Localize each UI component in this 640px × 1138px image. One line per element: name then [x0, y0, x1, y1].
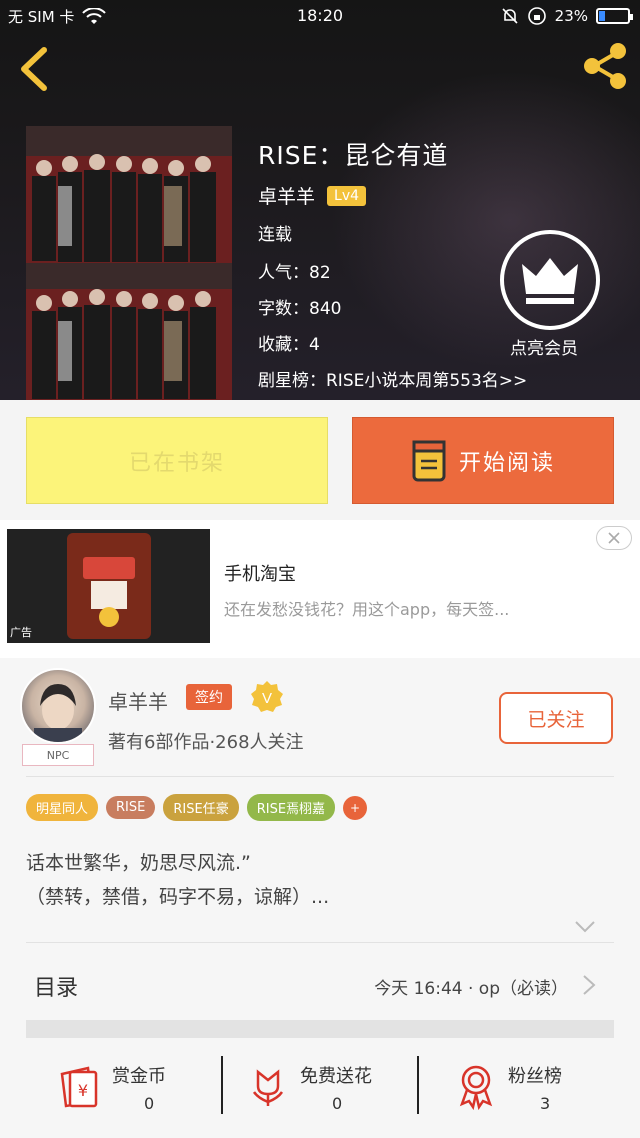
book-title: RISE：昆仑有道	[258, 141, 449, 170]
word-count: 字数：840	[258, 299, 342, 319]
author-meta: 著有6部作品·268人关注	[108, 732, 304, 753]
section-separator	[26, 1020, 614, 1038]
back-icon[interactable]	[14, 44, 58, 94]
book-intro[interactable]: 话本世繁华，奶思尽风流.” （禁转，禁借，码字不易，谅解）...	[26, 846, 329, 914]
action-label: 赏金币	[112, 1066, 166, 1087]
battery-icon	[596, 8, 633, 24]
share-icon[interactable]	[580, 40, 630, 92]
cover-photo-top	[26, 126, 232, 263]
red-envelope-icon: ¥	[60, 1066, 98, 1108]
ad-graphic	[7, 529, 210, 643]
signed-badge: 签约	[186, 684, 232, 710]
book-header: 无 SIM 卡 18:20 23% RISE：昆仑有道 卓羊羊 Lv4 连载 人…	[0, 0, 640, 400]
avatar[interactable]	[20, 668, 96, 744]
start-reading-button[interactable]: 开始阅读	[352, 417, 614, 504]
action-label: 粉丝榜	[508, 1066, 562, 1087]
mute-bell-icon	[502, 8, 518, 24]
action-count: 0	[332, 1094, 343, 1113]
author-card-name[interactable]: 卓羊羊	[108, 686, 168, 715]
tag-item[interactable]: RISE焉栩嘉	[246, 794, 336, 821]
divider	[26, 776, 614, 777]
vip-label[interactable]: 点亮会员	[510, 334, 578, 359]
toc-label: 目录	[34, 976, 79, 1001]
action-label: 免费送花	[300, 1066, 372, 1087]
status-bar: 无 SIM 卡 18:20 23%	[0, 0, 640, 32]
verified-badge-icon: V	[251, 681, 283, 712]
intro-line: （禁转，禁借，码字不易，谅解）...	[26, 886, 330, 908]
action-count: 3	[540, 1094, 551, 1113]
fan-ranking-button[interactable]: 粉丝榜 3	[452, 1056, 632, 1126]
action-buttons: 已在书架 开始阅读	[0, 400, 640, 520]
intro-line: 话本世繁华，奶思尽风流.”	[26, 852, 251, 874]
crown-icon	[522, 258, 578, 304]
chevron-down-icon[interactable]	[574, 920, 596, 934]
ad-tag: 广告	[10, 626, 32, 639]
divider	[221, 1056, 223, 1114]
favorites-count: 收藏：4	[258, 335, 320, 355]
rotation-lock-icon	[527, 7, 546, 25]
ranking-link[interactable]: 剧星榜：RISE小说本周第553名>>	[258, 366, 527, 391]
chevron-right-icon	[583, 975, 596, 995]
send-flower-button[interactable]: 免费送花 0	[244, 1056, 424, 1126]
divider	[26, 942, 614, 943]
ad-banner[interactable]: 广告 手机淘宝 还在发愁没钱花？用这个app，每天签...	[0, 520, 640, 658]
start-reading-label: 开始阅读	[458, 450, 555, 476]
tag-item[interactable]: 明星同人	[26, 794, 99, 821]
in-shelf-button[interactable]: 已在书架	[26, 417, 328, 504]
close-icon	[608, 532, 620, 544]
avatar-face	[34, 684, 82, 742]
ad-close-button[interactable]	[596, 526, 632, 550]
ad-image[interactable]: 广告	[7, 529, 210, 643]
follow-button[interactable]: 已关注	[499, 692, 613, 744]
popularity: 人气：82	[258, 263, 331, 283]
serial-status: 连载	[258, 225, 292, 245]
more-tags-button[interactable]: +	[343, 795, 368, 820]
author-name[interactable]: 卓羊羊	[258, 182, 315, 209]
table-of-contents-row[interactable]: 目录 今天 16:44 · op（必读）	[26, 944, 614, 1024]
flower-icon	[252, 1069, 284, 1106]
cover-photo-bottom	[26, 263, 232, 400]
vip-crown-button[interactable]	[500, 230, 600, 330]
latest-chapter: 今天 16:44 · op（必读）	[374, 979, 568, 999]
battery-percent: 23%	[554, 7, 588, 25]
medal-icon	[459, 1065, 493, 1110]
book-cover[interactable]	[26, 126, 232, 400]
tag-list: 明星同人 RISE RISE任豪 RISE焉栩嘉 +	[26, 794, 368, 821]
book-icon	[412, 440, 446, 481]
reward-coins-button[interactable]: ¥ 赏金币 0	[56, 1056, 236, 1126]
level-badge: Lv4	[327, 185, 367, 206]
action-count: 0	[144, 1094, 155, 1113]
svg-text:¥: ¥	[78, 1081, 88, 1100]
ad-title: 手机淘宝	[224, 564, 296, 585]
action-bar: ¥ 赏金币 0 免费送花 0 粉丝榜 3	[0, 1048, 640, 1138]
ad-description: 还在发愁没钱花？用这个app，每天签...	[224, 600, 510, 619]
author-section: NPC 卓羊羊 签约 V 著有6部作品·268人关注 已关注 明星同人 RISE…	[0, 658, 640, 1138]
tag-item[interactable]: RISE任豪	[163, 794, 239, 821]
npc-tag: NPC	[22, 744, 94, 766]
verified-letter: V	[262, 690, 272, 707]
tag-item[interactable]: RISE	[106, 796, 156, 819]
divider	[417, 1056, 419, 1114]
